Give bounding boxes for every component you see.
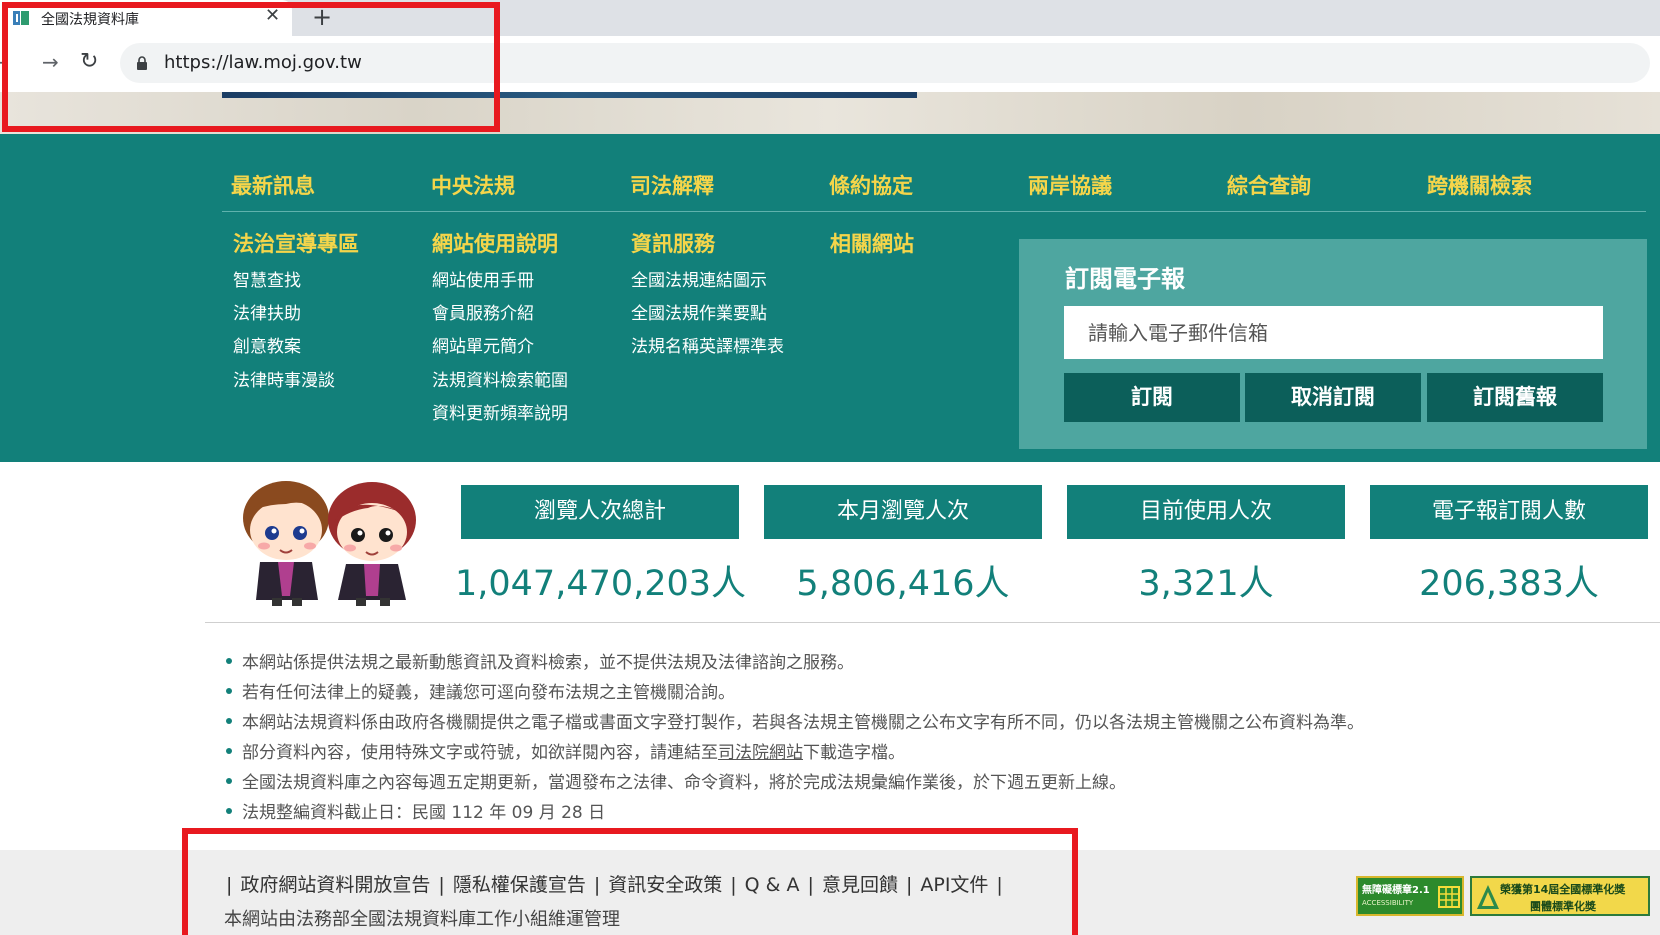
notice-item: 若有任何法律上的疑義，建議您可逕向發布法規之主管機關洽詢。 <box>226 678 735 703</box>
link-update-frequency[interactable]: 資料更新頻率說明 <box>432 399 568 424</box>
accessibility-grid-icon <box>1438 886 1460 908</box>
link-operation-guidelines[interactable]: 全國法規作業要點 <box>631 299 767 324</box>
standardization-award-badge[interactable]: 榮獲第14屆全國標準化獎 團體標準化獎 <box>1470 876 1650 916</box>
stat-current-users-label: 目前使用人次 <box>1067 485 1345 539</box>
newsletter-title: 訂閱電子報 <box>1065 265 1185 293</box>
accessibility-badge[interactable]: 無障礙標章2.1 ACCESSIBILITY <box>1356 876 1464 916</box>
stat-monthly-visits-label: 本月瀏覽人次 <box>764 485 1042 539</box>
nav-divider <box>222 211 1646 212</box>
notice-item: 本網站法規資料係由政府各機關提供之電子檔或書面文字登打製作，若與各法規主管機關之… <box>226 708 1364 733</box>
judicial-yuan-link[interactable]: 司法院網站 <box>718 743 803 763</box>
main-navigation: 最新訊息 中央法規 司法解釋 條約協定 兩岸協議 綜合查詢 跨機關檢索 法治宣導… <box>0 134 1660 462</box>
notice-item: 本網站係提供法規之最新動態資訊及資料檢索，並不提供法規及法律諮詢之服務。 <box>226 648 854 673</box>
nav-cross-strait[interactable]: 兩岸協議 <box>1028 170 1112 200</box>
nav-integrated-search[interactable]: 綜合查詢 <box>1227 170 1311 200</box>
award-triangle-icon <box>1477 885 1499 909</box>
accessibility-badge-sub: ACCESSIBILITY <box>1362 899 1414 907</box>
screenshot: 全國法規資料庫 ✕ + ← → ↻ https://law.moj.gov.tw… <box>0 0 1660 935</box>
annotation-box-url <box>2 2 500 132</box>
stat-newsletter-subscribers-value: 206,383人 <box>1419 564 1599 604</box>
link-link-icons[interactable]: 全國法規連結圖示 <box>631 266 767 291</box>
column-title-legal-promotion[interactable]: 法治宣導專區 <box>233 228 359 258</box>
nav-treaties[interactable]: 條約協定 <box>829 170 913 200</box>
bullet-icon <box>226 808 232 814</box>
notice-text: 若有任何法律上的疑義，建議您可逕向發布法規之主管機關洽詢。 <box>242 683 735 703</box>
notice-text: 本網站法規資料係由政府各機關提供之電子檔或書面文字登打製作，若與各法規主管機關之… <box>242 713 1364 733</box>
past-issues-button[interactable]: 訂閱舊報 <box>1427 373 1603 422</box>
link-user-manual[interactable]: 網站使用手冊 <box>432 266 534 291</box>
link-member-services[interactable]: 會員服務介紹 <box>432 299 534 324</box>
stat-current-users-value: 3,321人 <box>1138 564 1274 604</box>
subscribe-button[interactable]: 訂閱 <box>1064 373 1240 422</box>
notice-item: 法規整編資料截止日：民國 112 年 09 月 28 日 <box>226 798 605 823</box>
link-legal-aid[interactable]: 法律扶助 <box>233 299 301 324</box>
link-creative-lessons[interactable]: 創意教案 <box>233 332 301 357</box>
bullet-icon <box>226 748 232 754</box>
nav-judicial-interpretations[interactable]: 司法解釋 <box>630 170 714 200</box>
link-site-units[interactable]: 網站單元簡介 <box>432 332 534 357</box>
column-title-related-sites[interactable]: 相關網站 <box>830 228 914 258</box>
bullet-icon <box>226 778 232 784</box>
link-search-scope[interactable]: 法規資料檢索範圍 <box>432 366 568 391</box>
bullet-icon <box>226 688 232 694</box>
nav-central-regulations[interactable]: 中央法規 <box>431 170 515 200</box>
nav-latest-news[interactable]: 最新訊息 <box>231 170 315 200</box>
notice-text: 全國法規資料庫之內容每週五定期更新，當週發布之法律、命令資料，將於完成法規彙編作… <box>242 773 1126 793</box>
link-smart-search[interactable]: 智慧查找 <box>233 266 301 291</box>
stat-total-visits-value: 1,047,470,203人 <box>455 564 747 604</box>
award-badge-line1: 榮獲第14屆全國標準化獎 <box>1500 883 1626 896</box>
column-title-info-services[interactable]: 資訊服務 <box>631 228 715 258</box>
link-legal-comics[interactable]: 法律時事漫談 <box>233 366 335 391</box>
newsletter-subscribe-panel: 訂閱電子報 訂閱 取消訂閱 訂閱舊報 <box>1019 239 1647 449</box>
column-title-site-guide[interactable]: 網站使用說明 <box>432 228 558 258</box>
unsubscribe-button[interactable]: 取消訂閱 <box>1245 373 1421 422</box>
notice-item: 部分資料內容，使用特殊文字或符號，如欲詳閱內容，請連結至司法院網站下載造字檔。 <box>226 738 905 763</box>
accessibility-badge-label: 無障礙標章2.1 <box>1362 885 1430 896</box>
notice-text: 部分資料內容，使用特殊文字或符號，如欲詳閱內容，請連結至 <box>242 743 718 763</box>
notice-item: 全國法規資料庫之內容每週五定期更新，當週發布之法律、命令資料，將於完成法規彙編作… <box>226 768 1126 793</box>
stat-total-visits-label: 瀏覽人次總計 <box>461 485 739 539</box>
stats-divider <box>205 622 1660 623</box>
bullet-icon <box>226 658 232 664</box>
notice-text: 法規整編資料截止日：民國 112 年 09 月 28 日 <box>242 803 606 823</box>
stat-newsletter-subscribers-label: 電子報訂閱人數 <box>1370 485 1648 539</box>
stat-monthly-visits-value: 5,806,416人 <box>796 564 1010 604</box>
bullet-icon <box>226 718 232 724</box>
annotation-box-footer <box>182 828 1078 935</box>
mascot-illustration <box>243 481 416 606</box>
nav-cross-agency-search[interactable]: 跨機關檢索 <box>1427 170 1532 200</box>
email-input[interactable] <box>1064 306 1603 359</box>
notice-text: 下載造字檔。 <box>803 743 905 763</box>
award-badge-line2: 團體標準化獎 <box>1530 900 1596 913</box>
notice-text: 本網站係提供法規之最新動態資訊及資料檢索，並不提供法規及法律諮詢之服務。 <box>242 653 854 673</box>
link-english-title-standard[interactable]: 法規名稱英譯標準表 <box>631 332 784 357</box>
